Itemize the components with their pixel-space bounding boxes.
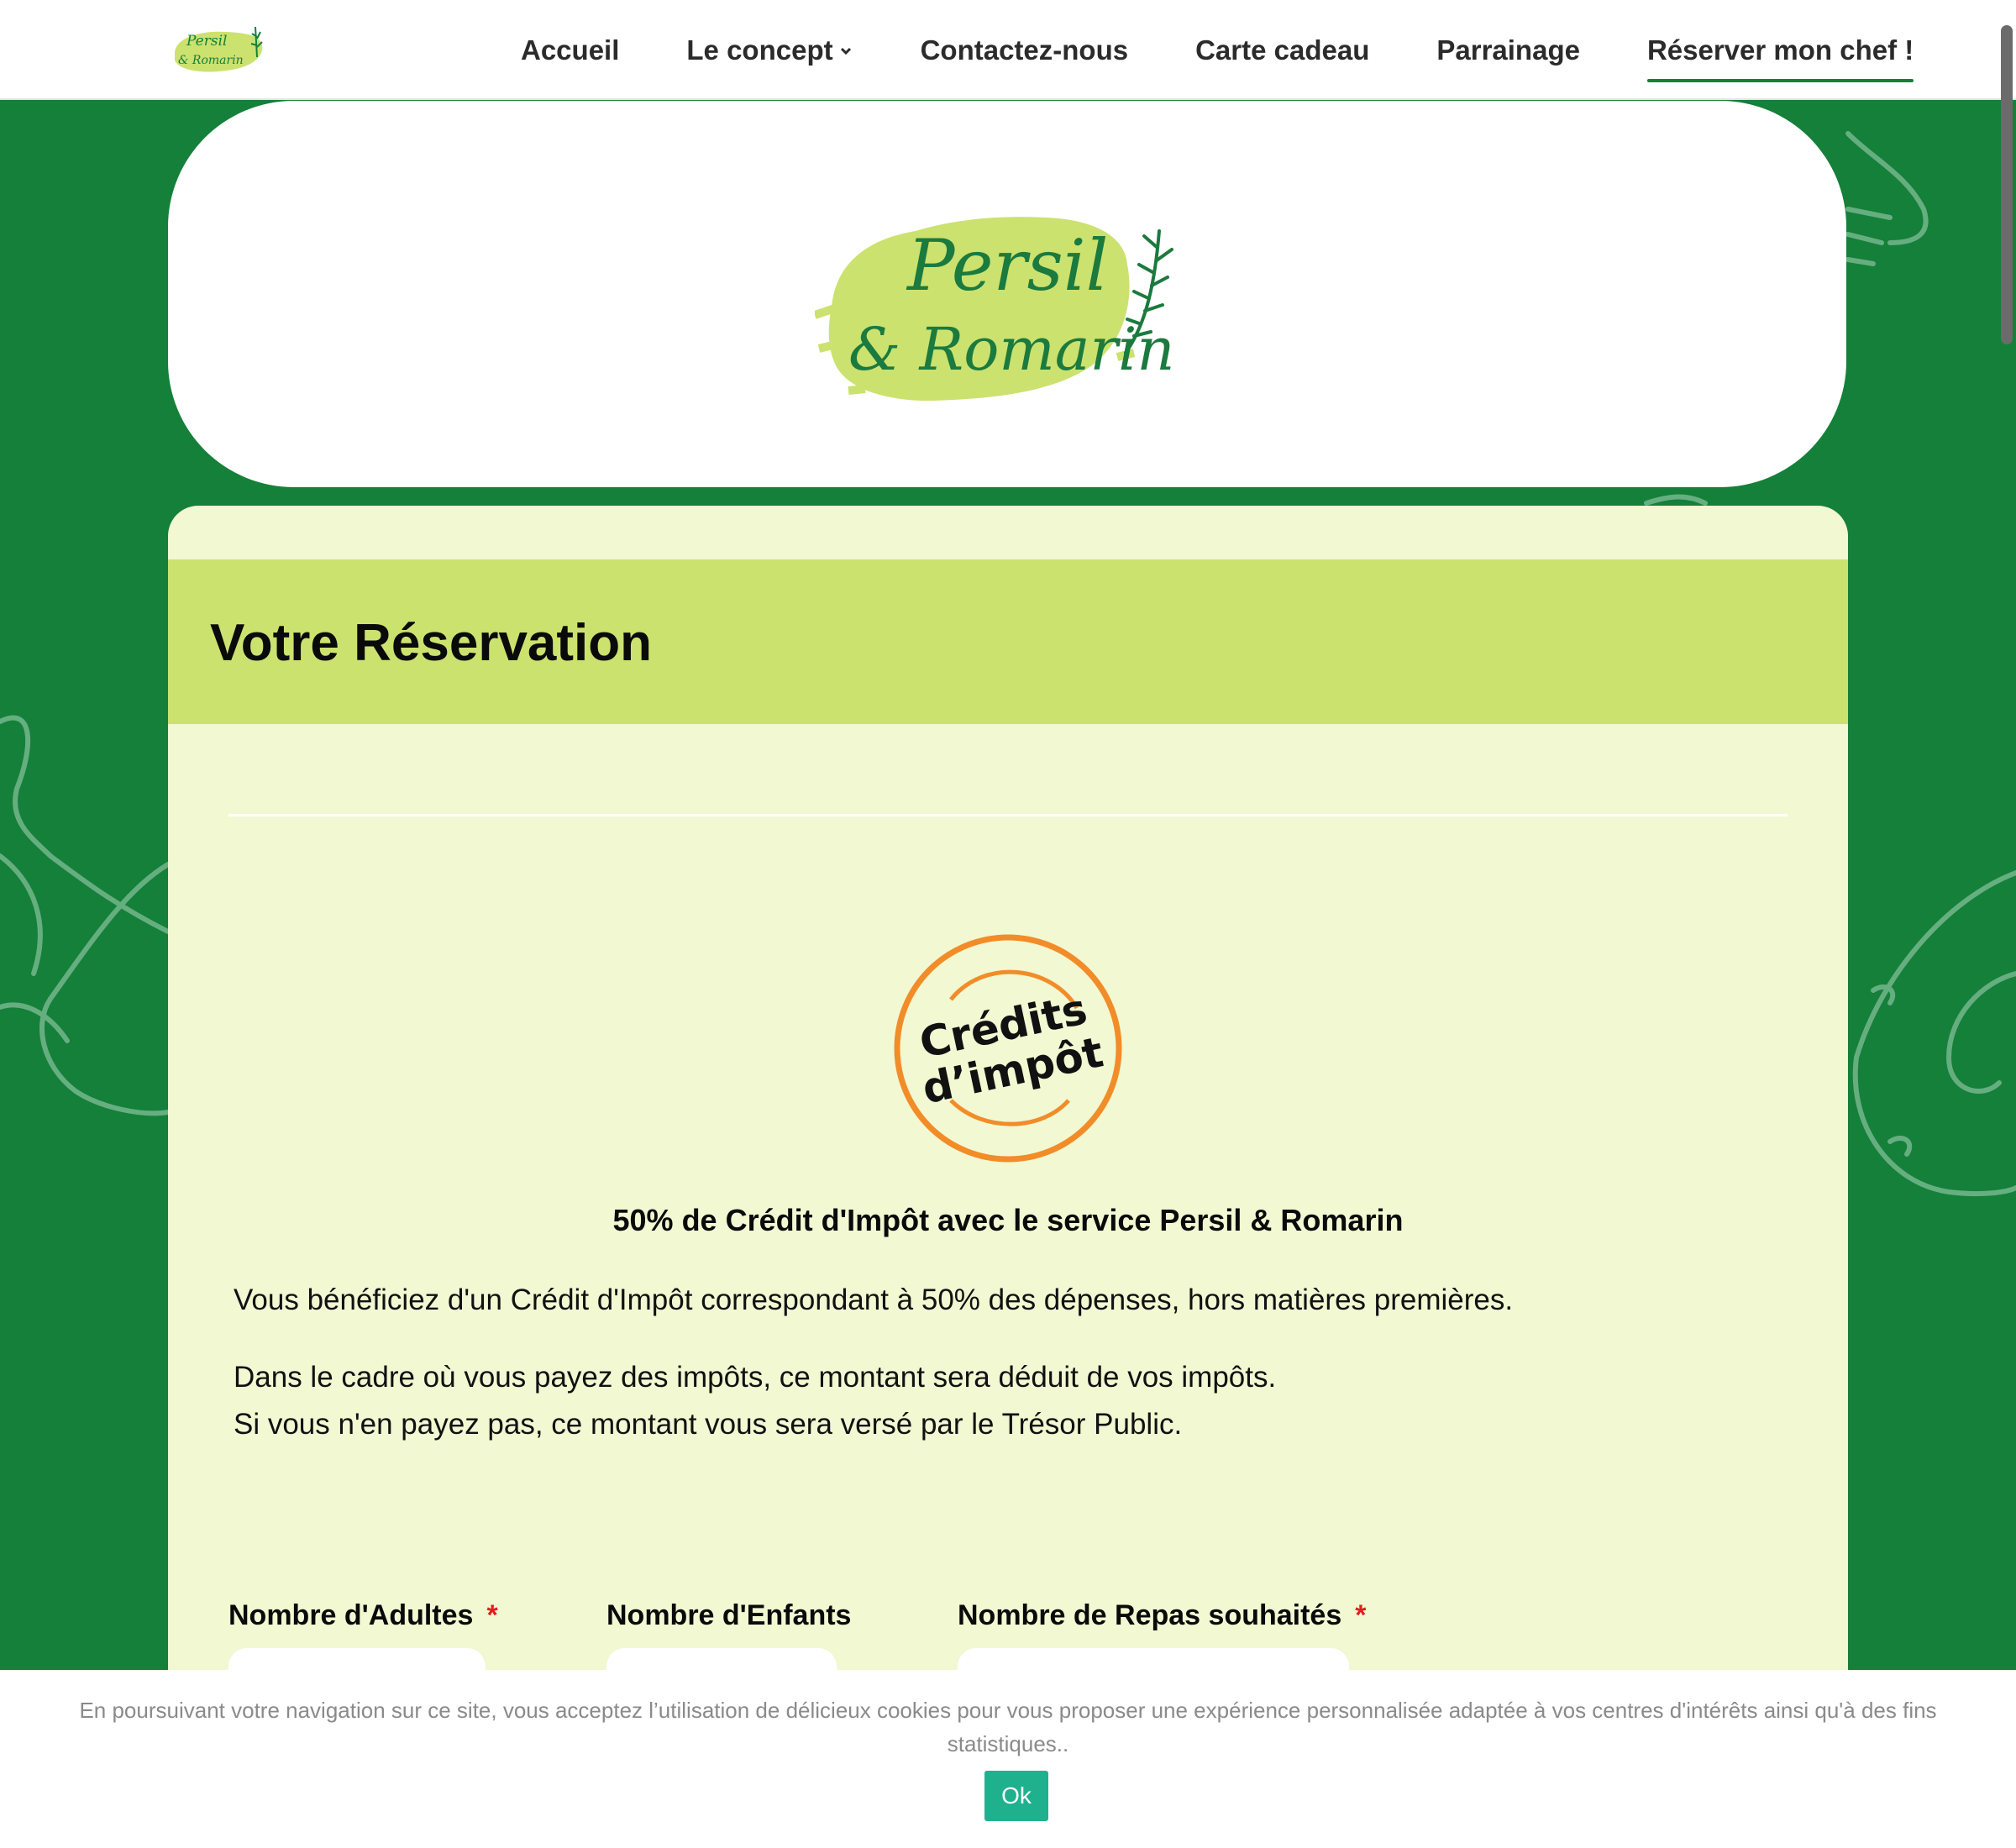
logo-persil-text: Persil [906, 224, 1108, 307]
page-title: Votre Réservation [210, 614, 653, 672]
cookie-ok-button[interactable]: Ok [984, 1771, 1048, 1821]
section-divider [228, 814, 1788, 816]
tax-deduction-line: Dans le cadre où vous payez des impôts, … [234, 1361, 1277, 1394]
nav-item-reserver-mon-chef[interactable]: Réserver mon chef ! [1646, 25, 1914, 82]
logo-romarin-text: & Romarin [848, 315, 1174, 384]
main-menu: Accueil Le concept Contactez-nous Carte … [521, 0, 1914, 100]
cookie-consent-bar: En poursuivant votre navigation sur ce s… [0, 1670, 2016, 1848]
nav-item-label: Parrainage [1436, 34, 1580, 66]
adults-label-text: Nombre d'Adultes [228, 1599, 474, 1631]
nav-item-label: Réserver mon chef ! [1646, 34, 1914, 66]
tresor-public-line: Si vous n'en payez pas, ce montant vous … [234, 1408, 1183, 1441]
nav-item-label: Accueil [521, 34, 620, 66]
reservation-header: Votre Réservation [168, 559, 1848, 724]
nav-item-label: Le concept [686, 34, 833, 66]
top-navigation-bar: Persil & Romarin Accueil Le concept Cont… [0, 0, 2016, 100]
chevron-down-icon [840, 47, 851, 55]
tax-credit-badge: Crédits d’impôt [894, 934, 1122, 1163]
tax-credit-paragraph: Vous bénéficiez d'un Crédit d'Impôt corr… [234, 1284, 1514, 1316]
nav-item-label: Carte cadeau [1195, 34, 1370, 66]
nav-item-label: Contactez-nous [920, 34, 1129, 66]
persil-romarin-logo: Persil & Romarin [815, 217, 1174, 402]
required-asterisk: * [1355, 1599, 1367, 1631]
persil-romarin-nav-logo[interactable]: Persil & Romarin [168, 20, 269, 79]
hero-logo-banner: Persil & Romarin [168, 101, 1846, 487]
reservation-card: Votre Réservation Crédits d’impôt 50% de… [168, 506, 1848, 1848]
adults-label: Nombre d'Adultes * [228, 1599, 498, 1632]
cookie-consent-text: En poursuivant votre navigation sur ce s… [79, 1698, 1937, 1756]
nav-item-contactez-nous[interactable]: Contactez-nous [921, 25, 1129, 76]
nav-item-carte-cadeau[interactable]: Carte cadeau [1195, 25, 1369, 76]
svg-text:Persil: Persil [186, 33, 227, 50]
children-label: Nombre d'Enfants [606, 1599, 851, 1632]
tax-credit-heading: 50% de Crédit d'Impôt avec le service Pe… [612, 1203, 1404, 1237]
nav-item-le-concept[interactable]: Le concept [686, 25, 853, 76]
nav-item-accueil[interactable]: Accueil [521, 25, 619, 76]
meals-label-text: Nombre de Repas souhaités [958, 1599, 1342, 1631]
svg-text:& Romarin: & Romarin [178, 54, 244, 67]
children-label-text: Nombre d'Enfants [606, 1599, 852, 1631]
page-scrollbar[interactable] [1996, 0, 2016, 1848]
scrollbar-thumb[interactable] [2001, 25, 2013, 344]
required-asterisk: * [486, 1599, 498, 1631]
nav-item-parrainage[interactable]: Parrainage [1436, 25, 1580, 76]
meals-label: Nombre de Repas souhaités * [958, 1599, 1366, 1632]
